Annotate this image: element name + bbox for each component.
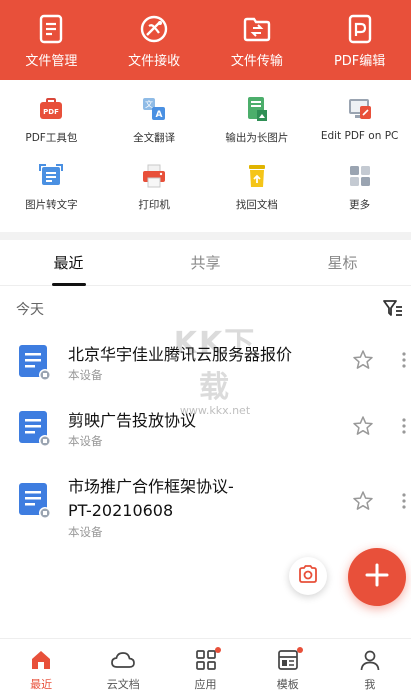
long-image-label: 输出为长图片 [225, 132, 289, 144]
nav-apps[interactable]: 应用 [164, 639, 246, 692]
tab-starred[interactable]: 星标 [274, 240, 411, 285]
svg-text:A: A [156, 110, 163, 120]
more-tools-button[interactable]: 更多 [308, 157, 411, 222]
section-divider [0, 232, 411, 240]
recover-docs-button[interactable]: 找回文档 [206, 157, 309, 222]
nav-cloud-label: 云文档 [106, 678, 140, 691]
list-item[interactable]: 剪映广告投放协议 本设备 [0, 396, 411, 462]
more-tools-label: 更多 [349, 199, 371, 211]
pc-pdf-edit-icon [347, 96, 373, 122]
file-name: 剪映广告投放协议 [68, 411, 197, 430]
file-receive-label: 文件接收 [128, 54, 181, 69]
more-vertical-icon[interactable] [400, 349, 408, 371]
star-icon[interactable] [352, 349, 374, 371]
image-to-text-button[interactable]: 图片转文字 [0, 157, 103, 222]
template-icon [276, 647, 303, 672]
notification-dot [214, 647, 221, 653]
pdf-toolbox-button[interactable]: PDF PDF工具包 [0, 90, 103, 155]
home-icon [29, 648, 53, 672]
long-image-button[interactable]: 输出为长图片 [206, 90, 309, 155]
user-icon [358, 648, 382, 672]
cloud-icon [111, 648, 136, 672]
tab-recent[interactable]: 最近 [0, 240, 137, 286]
file-name: 北京华宇佳业腾讯云服务器报价 [68, 345, 293, 364]
tools-row: PDF PDF工具包 A文 全文翻译 输出为长图片 Edit PDF on PC [0, 90, 411, 155]
recover-docs-label: 找回文档 [235, 199, 278, 211]
translate-icon: A文 [141, 96, 167, 122]
camera-icon [298, 565, 318, 587]
file-manage-icon [36, 14, 66, 44]
more-grid-icon [347, 163, 373, 189]
nav-templates-label: 模板 [276, 678, 299, 691]
svg-text:PDF: PDF [44, 108, 60, 116]
camera-scan-button[interactable] [289, 557, 327, 595]
nav-apps-label: 应用 [194, 678, 217, 691]
document-icon [18, 482, 52, 520]
more-vertical-icon[interactable] [400, 415, 408, 437]
list-item[interactable]: 市场推广合作框架协议-PT-20210608 本设备 [0, 462, 411, 554]
file-receive-button[interactable]: 文件接收 [103, 0, 206, 80]
nav-recent-label: 最近 [30, 678, 53, 691]
pc-pdf-edit-button[interactable]: Edit PDF on PC [308, 90, 411, 155]
long-image-icon [244, 96, 270, 122]
recover-trash-icon [244, 163, 270, 189]
pdf-toolbox-label: PDF工具包 [25, 132, 78, 144]
file-location: 本设备 [68, 525, 103, 539]
list-item[interactable]: 北京华宇佳业腾讯云服务器报价 本设备 [0, 330, 411, 396]
image-to-text-label: 图片转文字 [25, 199, 78, 211]
date-section-title: 今天 [16, 302, 44, 318]
file-transfer-label: 文件传输 [230, 54, 283, 69]
filter-icon[interactable] [381, 296, 405, 320]
file-location: 本设备 [68, 434, 103, 448]
more-vertical-icon[interactable] [400, 490, 408, 512]
nav-templates[interactable]: 模板 [247, 639, 329, 692]
folder-transfer-icon [242, 14, 272, 44]
translate-button[interactable]: A文 全文翻译 [103, 90, 206, 155]
nav-cloud-docs[interactable]: 云文档 [82, 639, 164, 692]
pdf-edit-button[interactable]: PDF编辑 [308, 0, 411, 80]
new-document-button[interactable] [348, 548, 406, 606]
nav-me[interactable]: 我 [329, 639, 411, 692]
file-manage-label: 文件管理 [25, 54, 78, 69]
apps-grid-icon [194, 647, 221, 672]
pdf-edit-icon [345, 14, 375, 44]
nav-me-label: 我 [364, 678, 376, 691]
star-icon[interactable] [352, 490, 374, 512]
satellite-receive-icon [139, 14, 169, 44]
tools-grid: PDF PDF工具包 A文 全文翻译 输出为长图片 Edit PDF on PC [0, 80, 411, 232]
image-to-text-icon [38, 163, 64, 189]
pdf-edit-label: PDF编辑 [333, 54, 386, 69]
translate-label: 全文翻译 [133, 132, 176, 144]
plus-icon [365, 563, 389, 591]
pc-pdf-edit-label: Edit PDF on PC [320, 130, 399, 142]
svg-text:文: 文 [145, 99, 153, 109]
file-manage-button[interactable]: 文件管理 [0, 0, 103, 80]
file-name: 市场推广合作框架协议-PT-20210608 [68, 477, 234, 520]
bottom-navigation: 最近 云文档 应用 模板 我 [0, 638, 411, 692]
doc-tabs: 最近 共享 星标 [0, 240, 411, 286]
printer-label: 打印机 [138, 199, 170, 211]
nav-recent[interactable]: 最近 [0, 639, 82, 692]
star-icon[interactable] [352, 415, 374, 437]
pdf-toolbox-icon: PDF [38, 96, 64, 122]
printer-button[interactable]: 打印机 [103, 157, 206, 222]
document-icon [18, 410, 52, 448]
tab-shared[interactable]: 共享 [137, 240, 274, 285]
file-location: 本设备 [68, 368, 103, 382]
recent-file-list: 北京华宇佳业腾讯云服务器报价 本设备 剪映广告投放协议 本设备 市场推广合作框架… [0, 330, 411, 554]
tools-row: 图片转文字 打印机 找回文档 更多 [0, 157, 411, 222]
document-icon [18, 344, 52, 382]
notification-dot [296, 647, 303, 653]
printer-icon [141, 163, 167, 189]
top-action-bar: 文件管理 文件接收 文件传输 PDF编辑 [0, 0, 411, 80]
file-transfer-button[interactable]: 文件传输 [206, 0, 309, 80]
